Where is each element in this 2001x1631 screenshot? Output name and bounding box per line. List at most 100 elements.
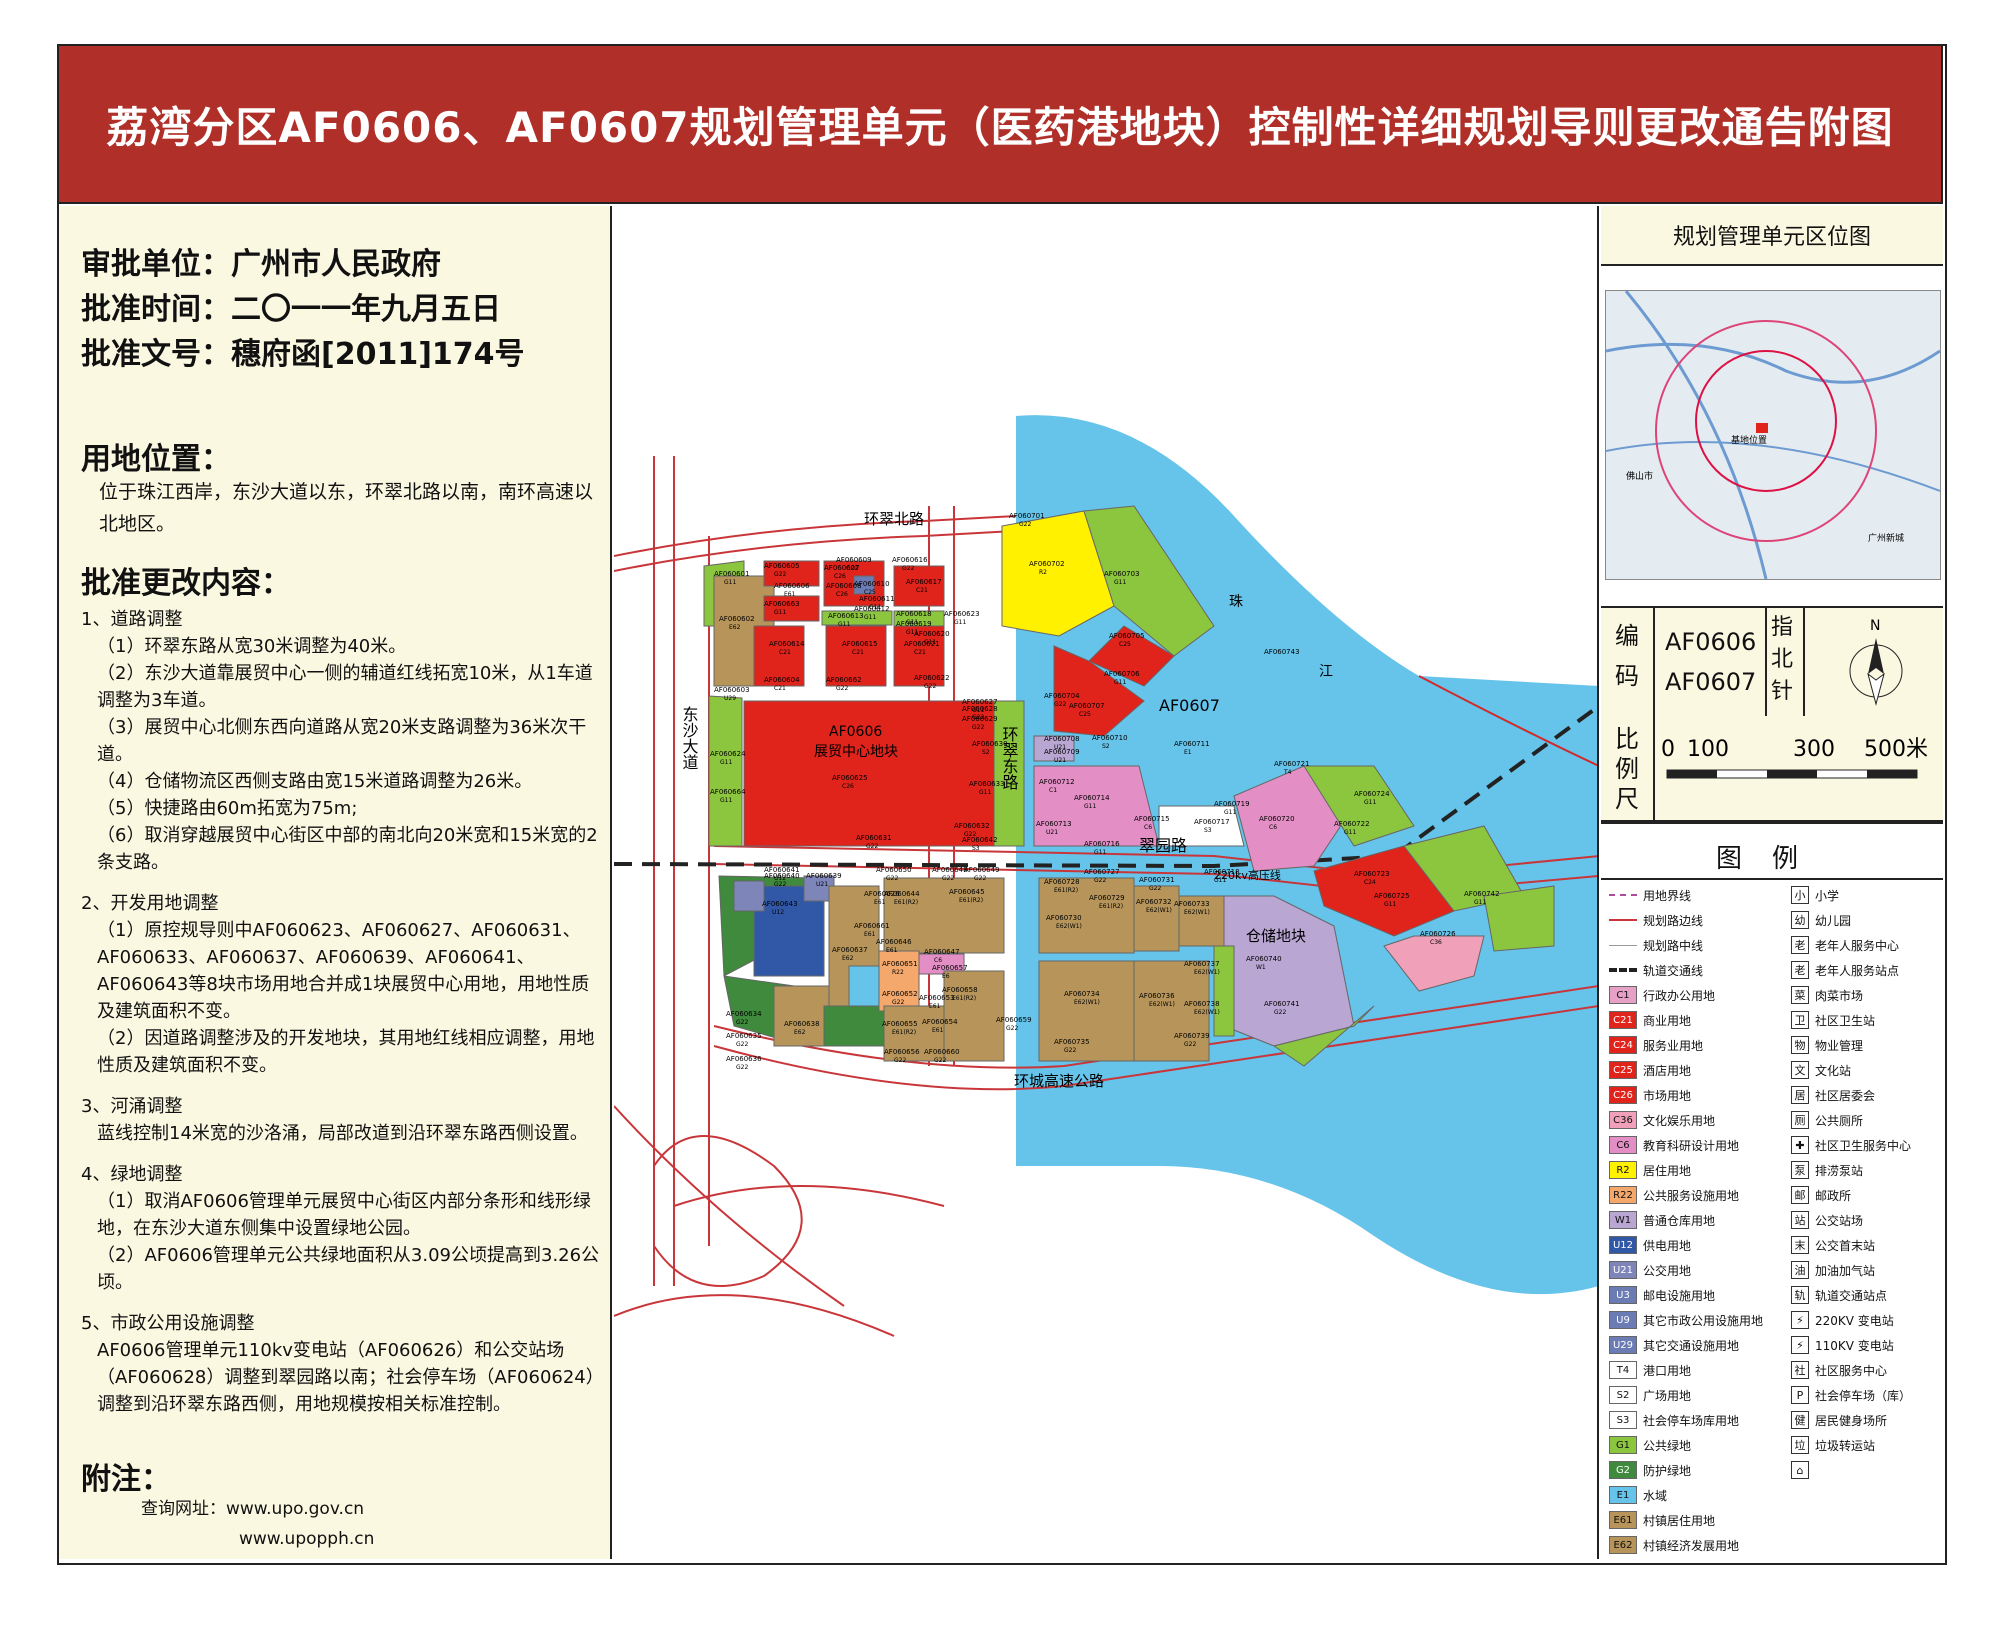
legend-item: 轨道交通线 bbox=[1609, 959, 1703, 981]
legend-label: 社会停车场（库） bbox=[1815, 1388, 1912, 1403]
parcel-label: AF060659 bbox=[996, 1016, 1032, 1024]
parcel-code: G22 bbox=[1006, 1025, 1018, 1032]
legend-symbol-icon: 站 bbox=[1791, 1211, 1809, 1229]
parcel-label: AF060663 bbox=[764, 600, 800, 608]
legend-label: 行政办公用地 bbox=[1643, 988, 1716, 1003]
parcel-label: AF060616 bbox=[892, 556, 928, 564]
river-label-zhu: 珠 bbox=[1229, 594, 1243, 610]
parcel-code: S3 bbox=[972, 845, 980, 852]
parcel-label: AF060658 bbox=[942, 986, 978, 994]
legend-item: ⚡ 220KV 变电站 bbox=[1791, 1309, 1894, 1331]
parcel-label: AF060622 bbox=[914, 674, 950, 682]
legend-item: 幼幼儿园 bbox=[1791, 909, 1851, 931]
parcel-code: E62(W1) bbox=[1149, 1001, 1175, 1008]
legend-swatch bbox=[1609, 961, 1637, 979]
parcel-label: AF060648 bbox=[932, 866, 968, 874]
road-item-1: （1）环翠东路从宽30米调整为40米。 bbox=[97, 636, 407, 657]
legend-symbol-icon: 物 bbox=[1791, 1036, 1809, 1054]
legend-swatch bbox=[1609, 911, 1637, 929]
parcel-label: AF060602 bbox=[719, 615, 755, 623]
legend-label: 市场用地 bbox=[1643, 1088, 1692, 1103]
parcel-code: G22 bbox=[1274, 1009, 1286, 1016]
utility-item-1: AF0606管理单元110kv变电站（AF060626）和公交站场（AF0606… bbox=[97, 1340, 595, 1415]
legend-label: 公交站场 bbox=[1815, 1213, 1864, 1228]
legend-item: 规划路中线 bbox=[1609, 934, 1703, 956]
legend-item: 邮邮政所 bbox=[1791, 1184, 1851, 1206]
legend-swatch bbox=[1609, 886, 1637, 904]
parcel-label: AF060701 bbox=[1009, 512, 1045, 520]
parcel-label: AF060652 bbox=[882, 990, 918, 998]
parcel-label: AF060743 bbox=[1264, 648, 1300, 656]
legend-item: W1 普通仓库用地 bbox=[1609, 1209, 1715, 1231]
parcel-code: E61 bbox=[864, 931, 876, 938]
parcel-label: AF060732 bbox=[1136, 898, 1172, 906]
parcel-code: G11 bbox=[1384, 901, 1396, 908]
parcel-code: G22 bbox=[866, 843, 878, 850]
legend-item: 老老年人服务站点 bbox=[1791, 959, 1899, 981]
parcel-code: G22 bbox=[902, 565, 914, 572]
parcel-code: C21 bbox=[774, 685, 786, 692]
green-item-2: （2）AF0606管理单元公共绿地面积从3.09公顷提高到3.26公顷。 bbox=[97, 1245, 600, 1293]
legend-label: 110KV 变电站 bbox=[1815, 1338, 1894, 1353]
parcel-label: AF060636 bbox=[726, 1055, 762, 1063]
parcel-code: G22 bbox=[924, 683, 936, 690]
svg-text:N: N bbox=[1870, 618, 1880, 634]
parcel-code: E61 bbox=[874, 899, 886, 906]
parcel-label: AF060662 bbox=[826, 676, 862, 684]
parcel-code: U21 bbox=[1054, 757, 1066, 764]
parcel-label: AF060601 bbox=[714, 570, 750, 578]
parcel-code: W1 bbox=[1256, 964, 1266, 971]
legend-swatch: S2 bbox=[1609, 1386, 1637, 1404]
legend-symbol-icon: 健 bbox=[1791, 1411, 1809, 1429]
parcel-code: C36 bbox=[1430, 939, 1442, 946]
parcel-label: AF060713 bbox=[1036, 820, 1072, 828]
parcel-code: G11 bbox=[1114, 679, 1126, 686]
legend-item: 规划路边线 bbox=[1609, 909, 1703, 931]
legend-label: 公共厕所 bbox=[1815, 1113, 1864, 1128]
parcel-label: AF060646 bbox=[876, 938, 912, 946]
legend-item: 老老年人服务中心 bbox=[1791, 934, 1899, 956]
parcel-code: C6 bbox=[934, 957, 942, 964]
parcel-label: AF060649 bbox=[964, 866, 1000, 874]
info-panel: 审批单位：广州市人民政府 批准时间：二〇一一年九月五日 批准文号：穗府函[201… bbox=[59, 206, 612, 1559]
legend-label: 居住用地 bbox=[1643, 1163, 1692, 1178]
legend-swatch: S3 bbox=[1609, 1411, 1637, 1429]
parcel-code: G22 bbox=[886, 875, 898, 882]
legend-item: 健居民健身场所 bbox=[1791, 1409, 1887, 1431]
legend-swatch: E62 bbox=[1609, 1536, 1637, 1554]
approval-date: 批准时间：二〇一一年九月五日 bbox=[81, 292, 501, 327]
legend-item: 站公交站场 bbox=[1791, 1209, 1863, 1231]
parcel-code: U21 bbox=[816, 881, 828, 888]
legend-item: ⌂ bbox=[1791, 1459, 1815, 1481]
parcel-label: AF060708 bbox=[1044, 735, 1080, 743]
parcel-label: AF060717 bbox=[1194, 818, 1230, 826]
map-canvas: 环翠北路 翠园路 环城高速公路 220kv高压线 环翠东路 东沙大道 AF060… bbox=[614, 415, 1597, 1337]
parcel-label: AF060643 bbox=[762, 900, 798, 908]
legend-symbol-icon: 文 bbox=[1791, 1061, 1809, 1079]
legend-label: 社会停车场库用地 bbox=[1643, 1413, 1740, 1428]
legend-item: ⚡ 110KV 变电站 bbox=[1791, 1334, 1894, 1356]
legend-label: 老年人服务站点 bbox=[1815, 963, 1900, 978]
interchange-ramp bbox=[653, 1135, 803, 1287]
parcel-label: AF060741 bbox=[1264, 1000, 1300, 1008]
parcel-label: AF060611 bbox=[859, 595, 895, 603]
legend-label: 公共绿地 bbox=[1643, 1438, 1692, 1453]
parcel-label: AF060718 bbox=[1204, 868, 1240, 876]
approval-unit: 审批单位：广州市人民政府 bbox=[81, 247, 441, 282]
legend-item: U29 其它交通设施用地 bbox=[1609, 1334, 1739, 1356]
parcel-code: G22 bbox=[934, 1057, 946, 1064]
parcel-code: E61(R2) bbox=[952, 995, 976, 1002]
parcel-label: AF060634 bbox=[726, 1010, 762, 1018]
legend-item: C36 文化娱乐用地 bbox=[1609, 1109, 1715, 1131]
legend-item: 文文化站 bbox=[1791, 1059, 1851, 1081]
legend-swatch: R2 bbox=[1609, 1161, 1637, 1179]
parcel-label: AF060623 bbox=[944, 610, 980, 618]
parcel-label: AF060641 bbox=[764, 866, 800, 874]
legend-label: 垃圾转运站 bbox=[1815, 1438, 1876, 1453]
parcel-code: G22 bbox=[774, 881, 786, 888]
legend-symbol-icon: 轨 bbox=[1791, 1286, 1809, 1304]
legend-label: 规划路边线 bbox=[1643, 913, 1704, 928]
legend-item: 卫社区卫生站 bbox=[1791, 1009, 1875, 1031]
legend-label: 社区服务中心 bbox=[1815, 1363, 1888, 1378]
parcel-label: AF060642 bbox=[962, 836, 998, 844]
